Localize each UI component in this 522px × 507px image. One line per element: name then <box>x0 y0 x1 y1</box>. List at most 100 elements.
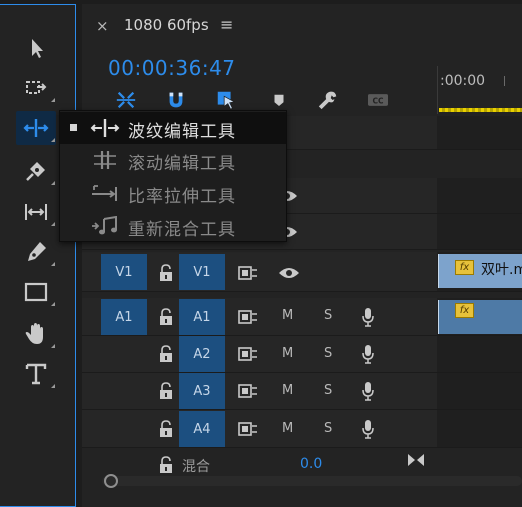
ripple-edit-tool[interactable] <box>16 111 56 145</box>
solo-button[interactable]: S <box>324 383 332 398</box>
ruler-tick <box>504 76 505 86</box>
mute-button[interactable]: M <box>282 421 293 436</box>
time-ruler[interactable]: :00:00 <box>437 66 522 114</box>
arrow-icon <box>32 39 43 58</box>
microphone-icon[interactable] <box>361 381 375 401</box>
sync-lock-icon[interactable] <box>238 266 258 280</box>
sync-lock-icon[interactable] <box>238 422 258 436</box>
lock-icon[interactable] <box>158 264 174 282</box>
rectangle-tool[interactable] <box>16 275 56 309</box>
fx-badge: fx <box>455 260 474 275</box>
hand-icon <box>25 323 43 344</box>
clip-zone[interactable] <box>437 410 522 447</box>
lock-icon[interactable] <box>158 456 174 474</box>
sync-lock-icon[interactable] <box>238 347 258 361</box>
rectangle-icon <box>24 282 48 302</box>
menu-item-label: 比率拉伸工具 <box>128 187 236 207</box>
lock-icon[interactable] <box>158 345 174 363</box>
microphone-icon[interactable] <box>361 307 375 327</box>
svg-text:CC: CC <box>372 96 384 105</box>
solo-button[interactable]: S <box>324 421 332 436</box>
captions-button[interactable]: CC <box>364 86 392 114</box>
razor-tool[interactable] <box>16 154 56 188</box>
menu-item-remix[interactable]: 重新混合工具 <box>60 210 286 242</box>
microphone-icon[interactable] <box>361 344 375 364</box>
ripple-tool-flyout-menu: 波纹编辑工具 滚动编辑工具 比率拉伸工具 重新混合工具 <box>59 110 287 242</box>
clip-name: 双叶.m <box>481 262 522 278</box>
menu-item-ripple-edit[interactable]: 波纹编辑工具 <box>60 112 286 144</box>
hand-tool[interactable] <box>16 317 56 351</box>
close-tab-icon[interactable]: × <box>96 17 109 35</box>
sync-lock-icon[interactable] <box>238 310 258 324</box>
track-select-forward-tool[interactable] <box>16 71 56 105</box>
track-header: A2 M S <box>82 336 437 372</box>
fx-badge: fx <box>455 303 474 318</box>
audio-gate-icon[interactable] <box>406 452 426 468</box>
track-row-a2: A2 M S <box>82 336 522 373</box>
wrench-icon <box>318 91 337 110</box>
ripple-edit-icon <box>23 119 49 137</box>
sequence-title[interactable]: 1080 60fps <box>124 16 209 34</box>
clip-zone[interactable] <box>437 336 522 372</box>
track-row-a1: A1 A1 M S fx <box>82 298 522 336</box>
selection-tool[interactable] <box>16 31 56 65</box>
lock-icon[interactable] <box>158 308 174 326</box>
lock-icon[interactable] <box>158 382 174 400</box>
track-target-v1[interactable]: V1 <box>179 254 225 290</box>
work-area-bar[interactable] <box>439 108 522 112</box>
lock-icon[interactable] <box>158 420 174 438</box>
clip-zone[interactable] <box>437 116 522 149</box>
sync-lock-icon[interactable] <box>238 384 258 398</box>
mute-button[interactable]: M <box>282 383 293 398</box>
mix-volume-value[interactable]: 0.0 <box>300 456 322 472</box>
clip-zone[interactable] <box>437 214 522 249</box>
horizontal-zoom-scrollbar[interactable] <box>102 474 522 488</box>
source-patch-a1[interactable]: A1 <box>101 299 147 335</box>
nest-icon <box>116 91 136 109</box>
track-target-a4[interactable]: A4 <box>179 411 225 447</box>
track-target-a2[interactable]: A2 <box>179 336 225 372</box>
rate-stretch-icon <box>92 185 117 201</box>
solo-button[interactable]: S <box>324 308 332 323</box>
menu-item-label: 波纹编辑工具 <box>128 122 236 142</box>
eye-icon[interactable] <box>278 266 300 280</box>
menu-item-rate-stretch[interactable]: 比率拉伸工具 <box>60 177 286 209</box>
track-header: V1 V1 <box>82 252 437 291</box>
panel-menu-icon[interactable]: ≡ <box>220 15 233 34</box>
magnet-icon <box>169 92 183 108</box>
pen-icon <box>28 242 46 261</box>
rolling-edit-icon <box>94 151 116 169</box>
sequence-tab: × 1080 60fps ≡ <box>82 4 522 46</box>
microphone-icon[interactable] <box>361 419 375 439</box>
linked-selection-icon <box>217 91 236 110</box>
track-row-v1: V1 V1 fx 双叶.m <box>82 252 522 292</box>
marker-icon <box>274 94 284 106</box>
type-tool[interactable] <box>16 357 56 391</box>
captions-icon: CC <box>368 94 388 106</box>
solo-button[interactable]: S <box>324 346 332 361</box>
slip-icon <box>25 204 47 220</box>
audio-clip[interactable]: fx <box>438 300 522 334</box>
track-row-a3: A3 M S <box>82 373 522 410</box>
track-header: A4 M S <box>82 410 437 447</box>
clip-zone[interactable] <box>437 178 522 213</box>
track-header: A3 M S <box>82 373 437 409</box>
scroll-handle[interactable] <box>104 474 118 488</box>
slip-tool[interactable] <box>16 195 56 229</box>
clip-zone[interactable] <box>437 373 522 409</box>
mute-button[interactable]: M <box>282 308 293 323</box>
mute-button[interactable]: M <box>282 346 293 361</box>
mix-track-row: 混合 0.0 <box>82 450 522 475</box>
playhead-timecode[interactable]: 00:00:36:47 <box>108 56 236 80</box>
ripple-edit-icon <box>90 119 120 137</box>
timeline-settings-button[interactable] <box>314 86 342 114</box>
track-row-a4: A4 M S <box>82 410 522 448</box>
menu-item-rolling-edit[interactable]: 滚动编辑工具 <box>60 144 286 176</box>
video-clip[interactable]: fx 双叶.m <box>438 254 522 288</box>
track-target-a3[interactable]: A3 <box>179 373 225 409</box>
source-patch-v1[interactable]: V1 <box>101 254 147 290</box>
menu-item-label: 滚动编辑工具 <box>128 154 236 174</box>
type-icon <box>25 363 47 385</box>
track-target-a1[interactable]: A1 <box>179 299 225 335</box>
pen-tool[interactable] <box>16 235 56 269</box>
